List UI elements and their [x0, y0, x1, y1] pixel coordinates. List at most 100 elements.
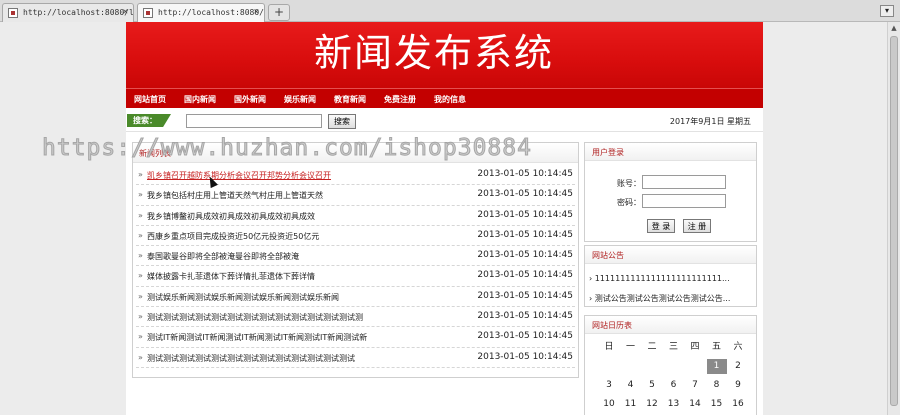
bullet-icon: » [138, 352, 143, 362]
bullet-icon: » [138, 291, 143, 301]
account-row: 账号： [585, 175, 756, 191]
calendar-weekday: 五 [711, 342, 721, 352]
calendar-weekday: 六 [733, 342, 743, 352]
notice-box: 网站公告 › 1111111111111111111111111... › 测试… [584, 245, 757, 307]
calendar-day[interactable]: 4 [621, 378, 641, 393]
calendar-box-title: 网站日历表 [592, 321, 632, 330]
browser-tab-url: http://localhost:8080/xi [158, 8, 265, 17]
calendar-day[interactable]: 7 [685, 378, 705, 393]
nav-domestic-news[interactable]: 国内新闻 [184, 94, 216, 105]
news-title-link[interactable]: 媒体披露卡扎菲遗体下葬详情扎菲遗体下葬详情 [147, 271, 315, 282]
news-row[interactable]: » 我乡镇博鳌初具成效初具成效初具成效初具成效 2013-01-05 10:14:4… [136, 206, 575, 226]
calendar-weekday: 一 [625, 342, 635, 352]
notice-item[interactable]: › 1111111111111111111111111... [589, 274, 749, 283]
news-row[interactable]: » 凯乡镇召开越防系期分析会议召开邦势分析会议召开 2013-01-05 10:14… [136, 165, 575, 186]
news-date: 2013-01-05 10:14:45 [477, 229, 573, 240]
news-row[interactable]: » 测试测试测试测试测试测试测试测试测试测试测试测试测试 2013-01-05 10… [136, 348, 575, 368]
news-panel: 新闻列表 » 凯乡镇召开越防系期分析会议召开邦势分析会议召开 2013-01-05 … [132, 142, 579, 378]
nav-my-info[interactable]: 我的信息 [434, 94, 466, 105]
news-title-link[interactable]: 我乡镇博鳌初具成效初具成效初具成效初具成效 [147, 211, 315, 222]
news-row[interactable]: » 测试IT新闻测试IT新闻测试IT新闻测试IT新闻测试IT新闻测试新 2013-0… [136, 327, 575, 348]
calendar-weekday: 三 [668, 342, 678, 352]
login-box-header: 用户登录 [585, 143, 756, 161]
register-button[interactable]: 注 册 [683, 219, 711, 233]
browser-tab-2[interactable]: http://localhost:8080/xi ✕ [137, 3, 265, 22]
calendar-day[interactable]: 11 [621, 397, 641, 412]
bullet-icon: » [138, 332, 143, 342]
login-box-title: 用户登录 [592, 148, 624, 157]
news-title-link[interactable]: 泰国歌曼谷即将全部被淹曼谷即将全部被淹 [147, 251, 299, 262]
notice-box-title: 网站公告 [592, 251, 624, 260]
nav-education-news[interactable]: 教育新闻 [334, 94, 366, 105]
calendar-day[interactable]: 10 [599, 397, 619, 412]
bullet-icon: » [138, 190, 143, 200]
news-date: 2013-01-05 10:14:45 [477, 351, 573, 362]
news-list: » 凯乡镇召开越防系期分析会议召开邦势分析会议召开 2013-01-05 10:14… [133, 165, 578, 368]
news-row[interactable]: » 媒体披露卡扎菲遗体下葬详情扎菲遗体下葬详情 2013-01-05 10:14:4… [136, 266, 575, 287]
news-title-link[interactable]: 我乡镇包括村庄用上管道天然气村庄用上管道天然 [147, 190, 323, 201]
news-title-link[interactable]: 测试测试测试测试测试测试测试测试测试测试测试测试测试测 [147, 312, 363, 323]
calendar-box-header: 网站日历表 [585, 316, 756, 334]
tab-close-icon[interactable]: ✕ [254, 7, 259, 17]
window-menu-button[interactable]: ▾ [880, 5, 894, 17]
bullet-icon: » [138, 251, 143, 261]
search-button[interactable]: 搜索 [328, 114, 356, 129]
news-panel-header: 新闻列表 [133, 143, 578, 163]
scroll-up-icon[interactable]: ▲ [889, 23, 899, 33]
login-box: 用户登录 账号： 密码： 登 录 注 册 [584, 142, 757, 242]
notice-item-text: 测试公告测试公告测试公告测试公告... [594, 294, 731, 303]
web-page: 新闻发布系统 网站首页 国内新闻 国外新闻 娱乐新闻 教育新闻 免费注册 我的信… [126, 22, 763, 415]
news-title-link[interactable]: 测试测试测试测试测试测试测试测试测试测试测试测试测试 [147, 353, 355, 364]
news-date: 2013-01-05 10:14:45 [477, 290, 573, 301]
calendar-day[interactable]: 9 [728, 378, 748, 393]
calendar-weekday: 日 [604, 342, 614, 352]
calendar-day[interactable]: 2 [728, 359, 748, 374]
login-button[interactable]: 登 录 [647, 219, 675, 233]
news-row[interactable]: » 我乡镇包括村庄用上管道天然气村庄用上管道天然 2013-01-05 10:14:… [136, 185, 575, 206]
news-title-link[interactable]: 凯乡镇召开越防系期分析会议召开邦势分析会议召开 [147, 170, 331, 181]
search-label: 搜索： [127, 114, 171, 127]
calendar-day[interactable]: 5 [642, 378, 662, 393]
site-banner: 新闻发布系统 [126, 22, 763, 88]
news-panel-title: 新闻列表 [139, 149, 171, 158]
calendar-day[interactable]: 15 [707, 397, 727, 412]
nav-entertainment-news[interactable]: 娱乐新闻 [284, 94, 316, 105]
calendar-box: 网站日历表 日一二三四五六 1 2 3 4 5 6 7 8 9 10 11 12 13 14 15 16 [584, 315, 757, 415]
news-title-link[interactable]: 西康乡重点项目完成投资近50亿元投资近50亿元 [147, 231, 319, 242]
calendar-day[interactable]: 6 [664, 378, 684, 393]
calendar-day[interactable]: 8 [707, 378, 727, 393]
calendar-day[interactable]: 13 [664, 397, 684, 412]
scrollbar-thumb[interactable] [890, 36, 898, 406]
news-title-link[interactable]: 测试IT新闻测试IT新闻测试IT新闻测试IT新闻测试IT新闻测试新 [147, 332, 367, 343]
account-label: 账号： [617, 179, 641, 188]
vertical-scrollbar[interactable]: ▲ [887, 22, 900, 415]
account-input[interactable] [642, 175, 726, 189]
calendar-weekday: 四 [690, 342, 700, 352]
new-tab-button[interactable]: + [268, 4, 290, 21]
nav-home[interactable]: 网站首页 [134, 94, 166, 105]
news-row[interactable]: » 测试测试测试测试测试测试测试测试测试测试测试测试测试测 2013-01-05 1… [136, 307, 575, 328]
news-date: 2013-01-05 10:14:45 [477, 311, 573, 322]
calendar-day[interactable]: 14 [685, 397, 705, 412]
calendar-day[interactable]: 16 [728, 397, 748, 412]
news-row[interactable]: » 泰国歌曼谷即将全部被淹曼谷即将全部被淹 2013-01-05 10:14:45 [136, 246, 575, 267]
password-input[interactable] [642, 194, 726, 208]
calendar-day[interactable]: 1 [706, 359, 727, 374]
password-row: 密码： [585, 194, 756, 210]
browser-tab-1[interactable]: http://localhost:8080/l: ✕ [2, 3, 134, 22]
nav-register[interactable]: 免费注册 [384, 94, 416, 105]
nav-foreign-news[interactable]: 国外新闻 [234, 94, 266, 105]
news-row[interactable]: » 西康乡重点项目完成投资近50亿元投资近50亿元 2013-01-05 10:14… [136, 226, 575, 247]
news-row[interactable]: » 测试娱乐新闻测试娱乐新闻测试娱乐新闻测试娱乐新闻 2013-01-05 10:1… [136, 287, 575, 308]
calendar-day[interactable]: 12 [642, 397, 662, 412]
search-input[interactable] [186, 114, 322, 128]
news-date: 2013-01-05 10:14:45 [477, 270, 573, 281]
browser-tab-bar: http://localhost:8080/l: ✕ http://localh… [0, 0, 900, 22]
tab-close-icon[interactable]: ✕ [123, 7, 128, 17]
calendar-day[interactable]: 3 [599, 378, 619, 393]
news-title-link[interactable]: 测试娱乐新闻测试娱乐新闻测试娱乐新闻测试娱乐新闻 [147, 292, 339, 303]
bullet-icon: » [138, 230, 143, 240]
page-favicon-icon [8, 8, 18, 18]
notice-item[interactable]: › 测试公告测试公告测试公告测试公告... [589, 293, 749, 304]
news-date: 2013-01-05 10:14:45 [477, 331, 573, 342]
